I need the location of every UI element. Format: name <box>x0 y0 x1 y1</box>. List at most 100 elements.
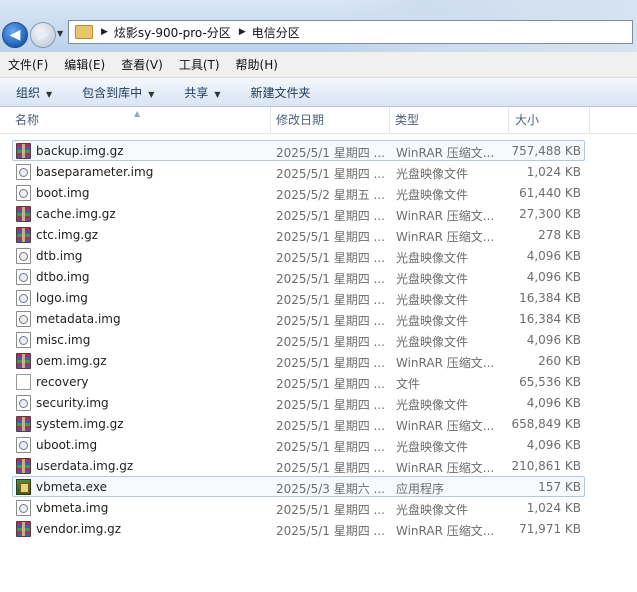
file-name: userdata.img.gz <box>36 459 134 473</box>
rar-archive-icon <box>16 416 31 432</box>
file-type: 应用程序 <box>396 482 445 496</box>
file-size: 757,488 KB <box>511 144 581 158</box>
forward-button[interactable]: ▶ <box>30 22 56 48</box>
file-row[interactable]: vendor.img.gz 2025/5/1 星期四 ... WinRAR 压缩文.… <box>12 518 585 539</box>
breadcrumb-item[interactable]: 电信分区 <box>252 24 300 41</box>
file-name: vendor.img.gz <box>36 522 122 536</box>
file-row[interactable]: ctc.img.gz 2025/5/1 星期四 ... WinRAR 压缩文... 2… <box>12 224 585 245</box>
file-row[interactable]: uboot.img 2025/5/1 星期四 ... 光盘映像文件 4,096 KB <box>12 434 585 455</box>
file-date-modified: 2025/5/1 星期四 ... <box>276 524 385 538</box>
file-row[interactable]: logo.img 2025/5/1 星期四 ... 光盘映像文件 16,384 KB <box>12 287 585 308</box>
menu-tools[interactable]: 工具(T) <box>171 56 228 73</box>
file-name: vbmeta.exe <box>36 480 107 494</box>
file-size: 4,096 KB <box>526 270 581 284</box>
back-button[interactable]: ◀ <box>2 22 28 48</box>
file-type: WinRAR 压缩文... <box>396 524 495 538</box>
file-row[interactable]: boot.img 2025/5/2 星期五 ... 光盘映像文件 61,440 KB <box>12 182 585 203</box>
file-date-modified: 2025/5/1 星期四 ... <box>276 293 385 307</box>
file-size: 1,024 KB <box>526 501 581 515</box>
share-button[interactable]: 共享 ▼ <box>168 84 220 101</box>
file-type: WinRAR 压缩文... <box>396 230 495 244</box>
column-header-type[interactable]: 类型 <box>390 107 509 133</box>
breadcrumb-separator-icon[interactable]: ▶ <box>239 27 246 37</box>
column-header-size[interactable]: 大小 <box>509 107 590 133</box>
disc-image-icon <box>16 500 31 516</box>
exe-application-icon <box>16 479 31 495</box>
file-type: 光盘映像文件 <box>396 167 469 181</box>
organize-button[interactable]: 组织 ▼ <box>0 84 52 101</box>
disc-image-icon <box>16 164 31 180</box>
file-name: metadata.img <box>36 312 121 326</box>
file-size: 27,300 KB <box>519 207 581 221</box>
file-size: 4,096 KB <box>526 333 581 347</box>
file-row[interactable]: vbmeta.exe 2025/5/3 星期六 ... 应用程序 157 KB <box>12 476 585 497</box>
file-size: 157 KB <box>538 480 581 494</box>
column-header-date-label: 修改日期 <box>276 113 325 127</box>
file-size: 61,440 KB <box>519 186 581 200</box>
file-name: cache.img.gz <box>36 207 116 221</box>
file-date-modified: 2025/5/2 星期五 ... <box>276 188 385 202</box>
column-header-name[interactable]: 名称 ▲ <box>0 107 271 133</box>
disc-image-icon <box>16 437 31 453</box>
navigation-bar: ◀ ▶ ▼ ▶ 炫影sy-900-pro-分区 ▶ 电信分区 <box>0 0 637 52</box>
file-size: 658,849 KB <box>511 417 581 431</box>
file-size: 16,384 KB <box>519 312 581 326</box>
file-name: ctc.img.gz <box>36 228 99 242</box>
file-type: 光盘映像文件 <box>396 503 469 517</box>
rar-archive-icon <box>16 353 31 369</box>
breadcrumb-separator-icon[interactable]: ▶ <box>101 27 108 37</box>
file-name: logo.img <box>36 291 88 305</box>
file-size: 4,096 KB <box>526 249 581 263</box>
file-row[interactable]: cache.img.gz 2025/5/1 星期四 ... WinRAR 压缩文..… <box>12 203 585 224</box>
arrow-left-icon: ◀ <box>9 27 21 43</box>
column-header-date[interactable]: 修改日期 <box>271 107 390 133</box>
folder-icon <box>75 25 93 39</box>
blank-file-icon <box>16 374 31 390</box>
file-name: boot.img <box>36 186 90 200</box>
file-size: 4,096 KB <box>526 396 581 410</box>
chevron-down-icon: ▼ <box>148 89 155 99</box>
file-size: 1,024 KB <box>526 165 581 179</box>
disc-image-icon <box>16 311 31 327</box>
column-header-type-label: 类型 <box>395 113 420 127</box>
file-date-modified: 2025/5/1 星期四 ... <box>276 440 385 454</box>
file-row[interactable]: dtbo.img 2025/5/1 星期四 ... 光盘映像文件 4,096 KB <box>12 266 585 287</box>
file-row[interactable]: security.img 2025/5/1 星期四 ... 光盘映像文件 4,096 … <box>12 392 585 413</box>
file-date-modified: 2025/5/1 星期四 ... <box>276 398 385 412</box>
file-type: 光盘映像文件 <box>396 188 469 202</box>
disc-image-icon <box>16 290 31 306</box>
file-type: 光盘映像文件 <box>396 272 469 286</box>
file-row[interactable]: backup.img.gz 2025/5/1 星期四 ... WinRAR 压缩文.… <box>12 140 585 161</box>
file-size: 278 KB <box>538 228 581 242</box>
menu-view[interactable]: 查看(V) <box>113 56 171 73</box>
file-name: backup.img.gz <box>36 144 124 158</box>
recent-pages-dropdown[interactable]: ▼ <box>57 29 63 38</box>
file-row[interactable]: metadata.img 2025/5/1 星期四 ... 光盘映像文件 16,384… <box>12 308 585 329</box>
file-type: 光盘映像文件 <box>396 440 469 454</box>
file-size: 71,971 KB <box>519 522 581 536</box>
include-in-library-button[interactable]: 包含到库中 ▼ <box>66 84 154 101</box>
file-date-modified: 2025/5/1 星期四 ... <box>276 419 385 433</box>
organize-label: 组织 <box>16 85 41 100</box>
include-in-library-label: 包含到库中 <box>82 85 143 100</box>
file-row[interactable]: recovery 2025/5/1 星期四 ... 文件 65,536 KB <box>12 371 585 392</box>
file-row[interactable]: baseparameter.img 2025/5/1 星期四 ... 光盘映像文件 1… <box>12 161 585 182</box>
file-row[interactable]: oem.img.gz 2025/5/1 星期四 ... WinRAR 压缩文... 2… <box>12 350 585 371</box>
file-type: WinRAR 压缩文... <box>396 419 495 433</box>
file-type: 光盘映像文件 <box>396 293 469 307</box>
new-folder-button[interactable]: 新建文件夹 <box>235 84 311 101</box>
file-row[interactable]: userdata.img.gz 2025/5/1 星期四 ... WinRAR 压缩… <box>12 455 585 476</box>
file-date-modified: 2025/5/1 星期四 ... <box>276 356 385 370</box>
file-size: 210,861 KB <box>511 459 581 473</box>
file-date-modified: 2025/5/1 星期四 ... <box>276 146 385 160</box>
file-row[interactable]: dtb.img 2025/5/1 星期四 ... 光盘映像文件 4,096 KB <box>12 245 585 266</box>
file-row[interactable]: vbmeta.img 2025/5/1 星期四 ... 光盘映像文件 1,024 KB <box>12 497 585 518</box>
menu-file[interactable]: 文件(F) <box>0 56 56 73</box>
file-row[interactable]: misc.img 2025/5/1 星期四 ... 光盘映像文件 4,096 KB <box>12 329 585 350</box>
address-bar[interactable]: ▶ 炫影sy-900-pro-分区 ▶ 电信分区 <box>68 20 633 44</box>
menu-help[interactable]: 帮助(H) <box>228 56 286 73</box>
file-row[interactable]: system.img.gz 2025/5/1 星期四 ... WinRAR 压缩文.… <box>12 413 585 434</box>
breadcrumb-item[interactable]: 炫影sy-900-pro-分区 <box>114 24 231 41</box>
disc-image-icon <box>16 269 31 285</box>
menu-edit[interactable]: 编辑(E) <box>56 56 113 73</box>
